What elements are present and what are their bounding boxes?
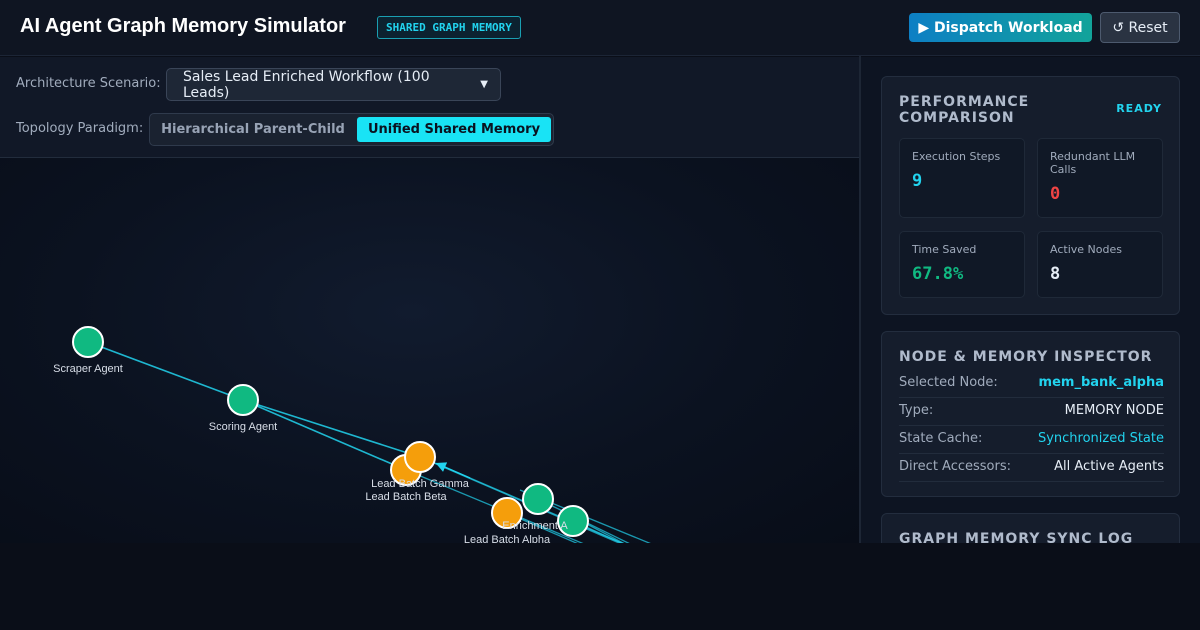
graph-node-label-gamma: Lead Batch Gamma [371, 478, 470, 490]
graph-edge [242, 399, 407, 471]
dispatch-workload-button[interactable]: ▶ Dispatch Workload [909, 13, 1092, 42]
scenario-label: Architecture Scenario: [16, 76, 161, 91]
metric-time-saved: Time Saved 67.8% [899, 231, 1025, 298]
inspector-value: Synchronized State [1037, 431, 1164, 446]
performance-card: PERFORMANCE COMPARISON READY Execution S… [881, 76, 1180, 315]
inspector-key: Direct Accessors: [899, 459, 1012, 474]
topology-toggle: Hierarchical Parent-Child Unified Shared… [149, 113, 554, 146]
topology-label: Topology Paradigm: [16, 121, 144, 136]
metric-value: 9 [912, 171, 923, 191]
metric-value: 0 [1050, 184, 1061, 204]
graph-canvas[interactable]: Scraper Agent Scoring Agent Lead Batch Bet… [0, 158, 859, 543]
metric-execution-steps: Execution Steps 9 [899, 138, 1025, 218]
inspector-row-selected-node: Selected Node: mem_bank_alpha [899, 370, 1164, 398]
graph-edge-arrow [435, 462, 471, 479]
topology-option-unified[interactable]: Unified Shared Memory [357, 117, 551, 142]
metric-value: 67.8% [912, 264, 964, 284]
topology-option-hierarchical[interactable]: Hierarchical Parent-Child [158, 117, 348, 142]
graph-svg: Scraper Agent Scoring Agent Lead Batch Bet… [53, 326, 651, 543]
graph-node-scoring[interactable] [227, 384, 259, 416]
inspector-row-type: Type: MEMORY NODE [899, 398, 1164, 426]
metric-active-nodes: Active Nodes 8 [1037, 231, 1163, 298]
sync-log-title: GRAPH MEMORY SYNC LOG [899, 531, 1134, 543]
metric-label: Execution Steps [912, 150, 1001, 163]
metric-value: 8 [1050, 264, 1061, 284]
inspector-row-direct-accessors: Direct Accessors: All Active Agents [899, 454, 1164, 482]
graph-node-label-alpha: Lead Batch Alpha [464, 534, 551, 543]
performance-title: PERFORMANCE COMPARISON [899, 94, 1030, 126]
top-bar: AI Agent Graph Memory Simulator SHARED G… [0, 0, 1200, 56]
graph-node-gamma[interactable] [404, 441, 436, 473]
inspector-card: NODE & MEMORY INSPECTOR Selected Node: m… [881, 331, 1180, 497]
inspector-key: State Cache: [899, 431, 983, 446]
right-panel: PERFORMANCE COMPARISON READY Execution S… [861, 57, 1200, 543]
reset-button[interactable]: ↺ Reset [1100, 12, 1180, 43]
footer-band [0, 543, 1200, 630]
inspector-title: NODE & MEMORY INSPECTOR [899, 349, 1153, 365]
app-title: AI Agent Graph Memory Simulator [20, 15, 346, 37]
mode-badge: SHARED GRAPH MEMORY [377, 16, 521, 39]
status-badge: READY [1116, 102, 1162, 115]
inspector-row-state-cache: State Cache: Synchronized State [899, 426, 1164, 454]
chevron-down-icon: ▼ [480, 79, 488, 90]
inspector-key: Type: [899, 403, 934, 418]
scenario-select[interactable]: Sales Lead Enriched Workflow (100 Leads)… [166, 68, 501, 101]
inspector-value: All Active Agents [1054, 459, 1164, 474]
inspector-key: Selected Node: [899, 375, 998, 390]
sync-log-card: GRAPH MEMORY SYNC LOG [881, 513, 1180, 543]
graph-node-label-scoring: Scoring Agent [209, 421, 278, 433]
graph-node-label-enrichment: Enrichment A [502, 520, 568, 532]
metric-label: Active Nodes [1050, 243, 1122, 256]
metric-label: Redundant LLM Calls [1050, 150, 1136, 176]
inspector-value: MEMORY NODE [1064, 403, 1164, 418]
metric-label: Time Saved [912, 243, 977, 256]
inspector-value: mem_bank_alpha [1038, 375, 1164, 390]
graph-node-scraper[interactable] [72, 326, 104, 358]
controls-panel: Architecture Scenario: Sales Lead Enrich… [0, 57, 859, 158]
graph-node-label-beta: Lead Batch Beta [365, 491, 447, 503]
graph-node-enrichment[interactable] [522, 483, 554, 515]
scenario-select-value: Sales Lead Enriched Workflow (100 Leads) [183, 68, 430, 101]
metric-redundant-llm-calls: Redundant LLM Calls 0 [1037, 138, 1163, 218]
graph-node-label-scraper: Scraper Agent [53, 363, 123, 375]
